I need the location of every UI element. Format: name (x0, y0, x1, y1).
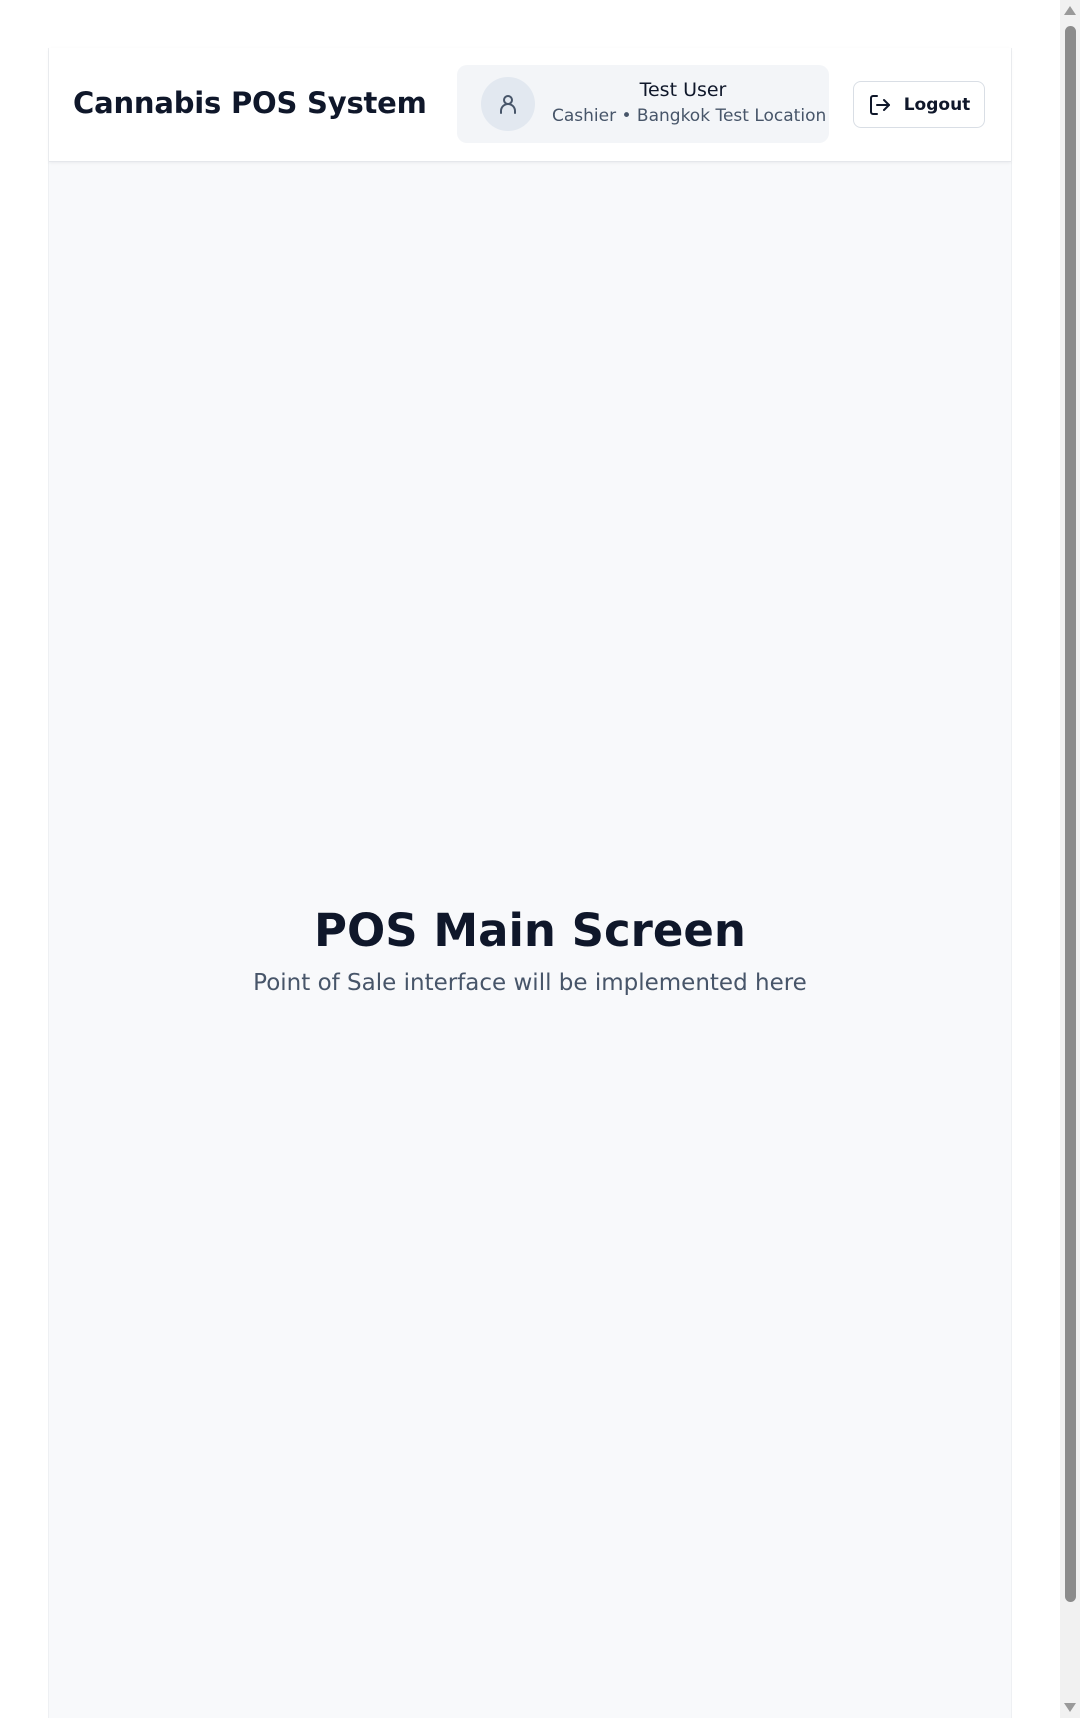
user-name: Test User (552, 77, 814, 103)
logout-icon (868, 93, 892, 117)
page-subtitle: Point of Sale interface will be implemen… (49, 970, 1011, 996)
scroll-down-arrow-icon[interactable] (1064, 1703, 1076, 1712)
user-info: Test User Cashier • Bangkok Test Locatio… (552, 77, 814, 129)
page-title: POS Main Screen (49, 904, 1011, 957)
main-content: POS Main Screen Point of Sale interface … (49, 162, 1011, 1718)
vertical-scrollbar[interactable] (1060, 0, 1080, 1718)
top-header: Cannabis POS System Test User Cashier • … (49, 48, 1011, 162)
user-card: Test User Cashier • Bangkok Test Locatio… (457, 65, 829, 143)
user-role-location: Cashier • Bangkok Test Location (552, 103, 814, 129)
app-container: Cannabis POS System Test User Cashier • … (48, 48, 1012, 1718)
avatar (481, 77, 535, 131)
app-title: Cannabis POS System (73, 86, 427, 120)
user-icon (496, 92, 520, 116)
viewport: Cannabis POS System Test User Cashier • … (0, 0, 1080, 1718)
scroll-thumb[interactable] (1065, 26, 1076, 1602)
logout-label: Logout (904, 95, 971, 115)
logout-button[interactable]: Logout (853, 81, 985, 128)
scroll-up-arrow-icon[interactable] (1064, 6, 1076, 15)
